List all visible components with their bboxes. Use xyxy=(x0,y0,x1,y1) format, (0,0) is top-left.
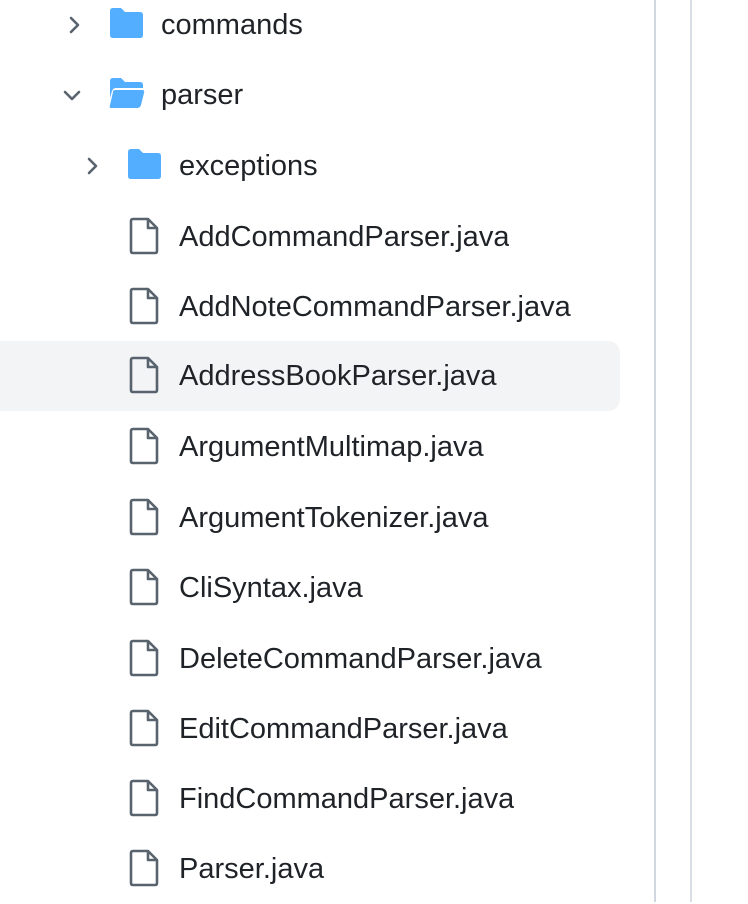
chevron-right-icon[interactable] xyxy=(62,13,86,37)
chevron-down-icon[interactable] xyxy=(60,83,84,107)
tree-item-file[interactable]: ArgumentTokenizer.java xyxy=(0,483,620,553)
tree-item-exceptions[interactable]: exceptions xyxy=(0,131,620,201)
tree-item-label: Parser.java xyxy=(179,853,325,885)
tree-item-label: EditCommandParser.java xyxy=(179,713,508,745)
tree-item-label: DeleteCommandParser.java xyxy=(179,643,542,675)
tree-item-label: AddressBookParser.java xyxy=(179,360,497,392)
tree-item-label: FindCommandParser.java xyxy=(179,783,515,815)
file-icon xyxy=(129,498,159,536)
tree-item-label: parser xyxy=(161,79,244,111)
file-icon xyxy=(129,356,159,394)
tree-item-file[interactable]: FindCommandParser.java xyxy=(0,764,620,834)
tree-item-label: commands xyxy=(161,9,303,41)
tree-item-commands[interactable]: commands xyxy=(0,0,620,60)
folder-open-icon xyxy=(109,78,145,108)
tree-item-label: AddNoteCommandParser.java xyxy=(179,291,571,323)
tree-item-label: CliSyntax.java xyxy=(179,572,363,604)
file-icon xyxy=(129,639,159,677)
panel-divider xyxy=(690,0,692,902)
tree-item-file[interactable]: DeleteCommandParser.java xyxy=(0,624,620,694)
file-tree: commands parser exceptions AddCommandPar… xyxy=(0,0,655,902)
tree-item-label: AddCommandParser.java xyxy=(179,221,510,253)
file-icon xyxy=(129,568,159,606)
tree-item-file[interactable]: AddCommandParser.java xyxy=(0,202,620,272)
tree-item-label: ArgumentTokenizer.java xyxy=(179,502,489,534)
file-icon xyxy=(129,287,159,325)
tree-item-file[interactable]: Parser.java xyxy=(0,834,620,904)
tree-item-label: exceptions xyxy=(179,150,318,182)
sidebar-resize-handle[interactable] xyxy=(654,0,656,902)
file-icon xyxy=(129,709,159,747)
tree-item-file[interactable]: EditCommandParser.java xyxy=(0,694,620,764)
tree-item-file[interactable]: ArgumentMultimap.java xyxy=(0,412,620,482)
chevron-right-icon[interactable] xyxy=(80,154,104,178)
folder-icon xyxy=(128,149,161,179)
file-icon xyxy=(129,849,159,887)
file-icon xyxy=(129,217,159,255)
tree-item-label: ArgumentMultimap.java xyxy=(179,431,484,463)
tree-item-file-hovered[interactable]: AddressBookParser.java xyxy=(0,341,620,411)
file-icon xyxy=(129,779,159,817)
tree-item-file[interactable]: CliSyntax.java xyxy=(0,553,620,623)
folder-icon xyxy=(110,8,143,38)
tree-item-file[interactable]: AddNoteCommandParser.java xyxy=(0,272,620,342)
tree-item-parser[interactable]: parser xyxy=(0,60,620,130)
file-icon xyxy=(129,427,159,465)
